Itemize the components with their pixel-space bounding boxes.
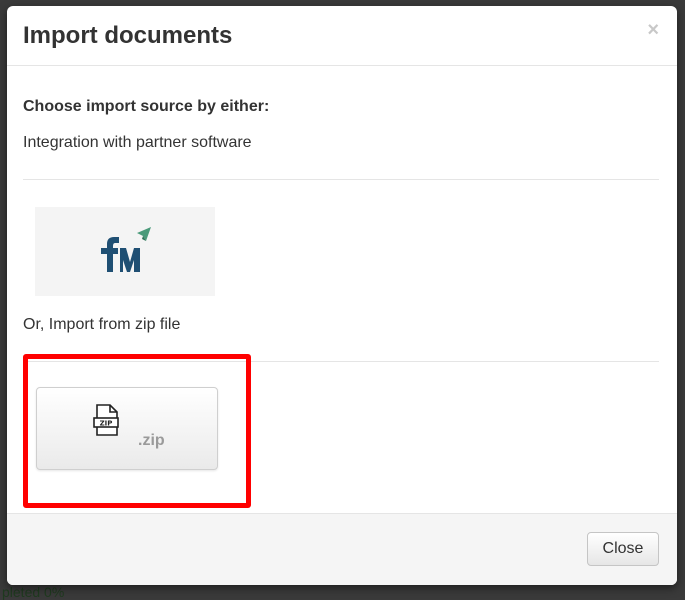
fym-logo-icon	[101, 227, 151, 272]
zip-icon-text: ZIP	[100, 420, 113, 428]
modal-header: Import documents ×	[7, 6, 677, 66]
zip-upload-button[interactable]: ZIP .zip	[36, 387, 218, 470]
divider	[23, 179, 659, 180]
partner-software-button[interactable]	[35, 207, 215, 296]
zip-import-text: Or, Import from zip file	[23, 316, 181, 333]
backdrop-status-text: pleted 0%	[2, 584, 65, 600]
modal-title: Import documents	[23, 22, 233, 49]
integration-text: Integration with partner software	[23, 134, 252, 151]
import-documents-modal: Import documents × Choose import source …	[7, 6, 677, 585]
modal-footer: Close	[7, 513, 677, 585]
import-source-heading: Choose import source by either:	[23, 98, 270, 115]
close-icon[interactable]: ×	[647, 20, 659, 40]
close-button[interactable]: Close	[587, 532, 659, 566]
zip-file-icon: ZIP	[93, 404, 119, 436]
zip-button-label: .zip	[138, 432, 165, 449]
